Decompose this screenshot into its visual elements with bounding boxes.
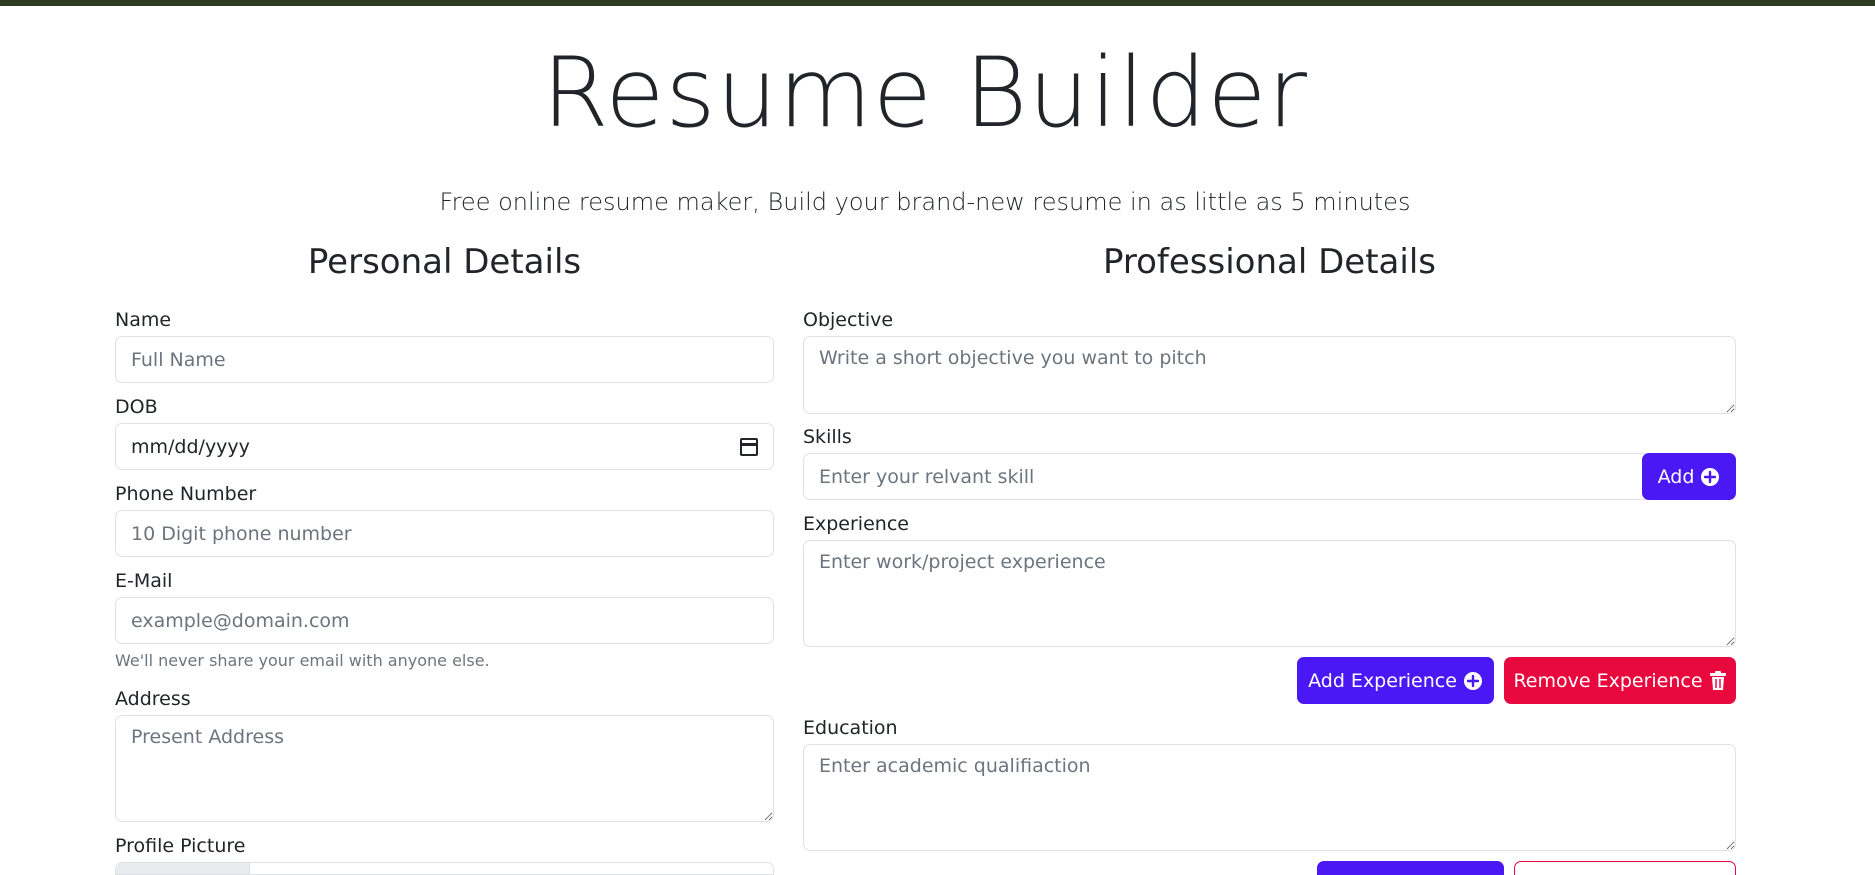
email-help-text: We'll never share your email with anyone… — [115, 651, 490, 670]
calendar-icon[interactable] — [740, 437, 758, 456]
page-subtitle: Free online resume maker, Build your bra… — [439, 188, 1411, 216]
professional-details-heading: Professional Details — [1102, 242, 1436, 282]
education-input[interactable] — [803, 744, 1736, 851]
add-experience-label: Add Experience — [1308, 669, 1457, 692]
add-skill-button[interactable]: Add — [1642, 453, 1736, 500]
experience-input[interactable] — [803, 540, 1736, 647]
objective-label: Objective — [803, 309, 894, 331]
page-title: Resume Builder — [542, 37, 1308, 149]
remove-experience-label: Remove Experience — [1513, 669, 1703, 692]
name-label: Name — [115, 309, 172, 331]
add-skill-label: Add — [1657, 465, 1695, 488]
education-label: Education — [803, 717, 898, 739]
dob-input[interactable]: mm/dd/yyyy — [115, 423, 774, 470]
plus-circle-icon — [1463, 671, 1483, 691]
skill-input[interactable] — [803, 453, 1646, 500]
address-input[interactable] — [115, 715, 774, 822]
trash-icon — [1709, 670, 1727, 691]
objective-input[interactable] — [803, 336, 1736, 414]
top-accent-bar — [0, 0, 1875, 6]
email-label: E-Mail — [115, 570, 173, 592]
skills-label: Skills — [803, 426, 852, 448]
remove-education-button[interactable] — [1514, 861, 1736, 875]
add-education-button[interactable] — [1317, 861, 1504, 875]
add-experience-button[interactable]: Add Experience — [1297, 657, 1494, 704]
phone-label: Phone Number — [115, 483, 257, 505]
profile-picture-label: Profile Picture — [115, 835, 246, 857]
address-label: Address — [115, 688, 191, 710]
dob-value: mm/dd/yyyy — [131, 435, 250, 458]
plus-circle-icon — [1700, 467, 1720, 487]
profile-picture-input[interactable] — [115, 862, 774, 875]
name-input[interactable] — [115, 336, 774, 383]
personal-details-heading: Personal Details — [307, 242, 582, 282]
dob-label: DOB — [115, 396, 158, 418]
email-input[interactable] — [115, 597, 774, 644]
phone-input[interactable] — [115, 510, 774, 557]
experience-label: Experience — [803, 513, 909, 535]
remove-experience-button[interactable]: Remove Experience — [1504, 657, 1736, 704]
choose-file-button[interactable] — [116, 863, 250, 874]
